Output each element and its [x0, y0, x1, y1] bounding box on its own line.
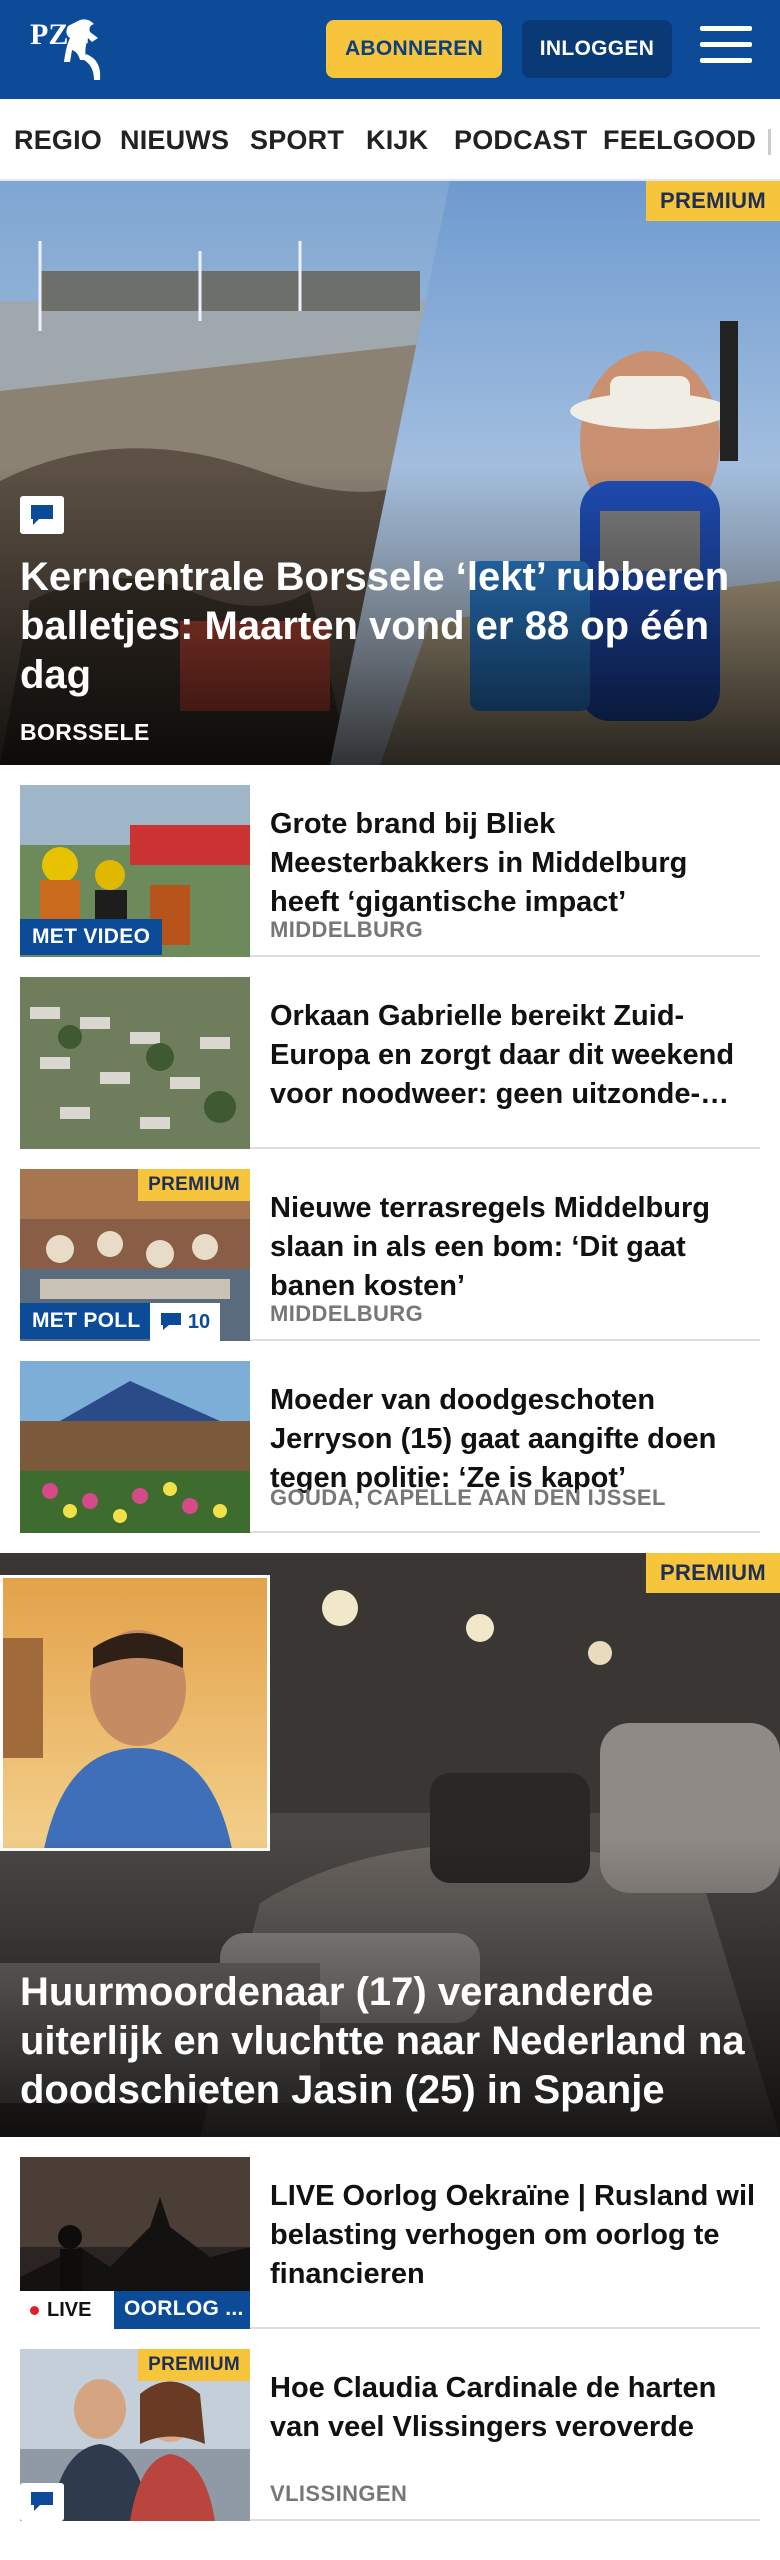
subscribe-button[interactable]: ABONNEREN	[326, 20, 502, 78]
comment-icon	[20, 2483, 64, 2521]
premium-badge: PREMIUM	[138, 1169, 250, 1201]
inset-photo	[0, 1575, 270, 1851]
list-item[interactable]: PREMIUM Hoe Claudia Cardinale de harten …	[20, 2349, 760, 2521]
nav-scroll-hint	[768, 129, 771, 155]
list-item[interactable]: Moeder van doodgeschoten Jerryson (15) g…	[20, 1361, 760, 1533]
premium-badge: PREMIUM	[646, 1553, 780, 1593]
article-title[interactable]: Orkaan Gabrielle bereikt Zuid-Europa en …	[270, 997, 760, 1114]
login-button[interactable]: INLOGGEN	[522, 20, 672, 78]
article-title[interactable]: Nieuwe terrasregels Middelburg slaan in …	[270, 1189, 760, 1306]
nav-item-nieuws[interactable]: NIEUWS	[120, 125, 229, 156]
video-tag: MET VIDEO	[20, 919, 163, 955]
list-item[interactable]: LIVE OORLOG ... LIVE Oorlog Oekraïne | R…	[20, 2157, 760, 2329]
live-label: LIVE	[47, 2298, 92, 2321]
list-item[interactable]: Orkaan Gabrielle bereikt Zuid-Europa en …	[20, 977, 760, 1149]
hero-title[interactable]: Kerncentrale Borssele ‘lekt’ rubberen ba…	[20, 553, 760, 700]
list-item[interactable]: MET VIDEO Grote brand bij Bliek Meesterb…	[20, 785, 760, 957]
hamburger-menu-icon[interactable]	[700, 26, 752, 72]
article-location: GOUDA, CAPELLE AAN DEN IJSSEL	[270, 1485, 666, 1510]
top-bar: PZC ABONNEREN INLOGGEN	[0, 0, 780, 99]
article-title[interactable]: Moeder van doodgeschoten Jerryson (15) g…	[270, 1381, 760, 1498]
comment-count-badge: 10	[150, 1303, 220, 1341]
nav-item-regio[interactable]: REGIO	[14, 125, 102, 156]
hero-title[interactable]: Huurmoordenaar (17) veranderde uiterlijk…	[20, 1968, 760, 2115]
article-thumbnail	[20, 977, 250, 1149]
section-nav: REGIO NIEUWS SPORT KIJK PODCAST FEELGOOD	[0, 99, 780, 181]
comment-icon	[160, 1313, 181, 1330]
hero-article-borssele[interactable]: PREMIUM Kerncentrale Borssele ‘lekt’ rub…	[0, 181, 780, 765]
pzc-logo[interactable]: PZC	[28, 14, 116, 86]
live-dot-icon	[30, 2305, 39, 2315]
list-item[interactable]: PREMIUM MET POLL 10 Nieuwe terrasregels …	[20, 1169, 760, 1341]
article-title[interactable]: Hoe Claudia Cardinale de harten van veel…	[270, 2369, 760, 2447]
premium-badge: PREMIUM	[138, 2349, 250, 2381]
hero-location: BORSSELE	[20, 719, 150, 745]
poll-tag: MET POLL	[20, 1303, 153, 1339]
comment-icon	[20, 496, 64, 534]
premium-badge: PREMIUM	[646, 181, 780, 221]
article-title[interactable]: Grote brand bij Bliek Meesterbakkers in …	[270, 805, 760, 922]
article-location: VLISSINGEN	[270, 2481, 408, 2506]
nav-item-kijk[interactable]: KIJK	[366, 125, 428, 156]
live-badge: LIVE	[20, 2291, 114, 2329]
nav-item-feelgood[interactable]: FEELGOOD	[603, 125, 756, 156]
article-location: MIDDELBURG	[270, 917, 424, 942]
nav-item-podcast[interactable]: PODCAST	[454, 125, 587, 156]
nav-item-sport[interactable]: SPORT	[250, 125, 344, 156]
article-location: MIDDELBURG	[270, 1301, 424, 1326]
hero-article-jasin[interactable]: PREMIUM Huurmoordenaar (17) veranderde u…	[0, 1553, 780, 2137]
article-thumbnail	[20, 1361, 250, 1533]
article-title[interactable]: LIVE Oorlog Oekraïne | Rusland wil belas…	[270, 2177, 760, 2294]
comment-count: 10	[187, 1310, 211, 1333]
topic-tag: OORLOG ...	[114, 2291, 250, 2329]
